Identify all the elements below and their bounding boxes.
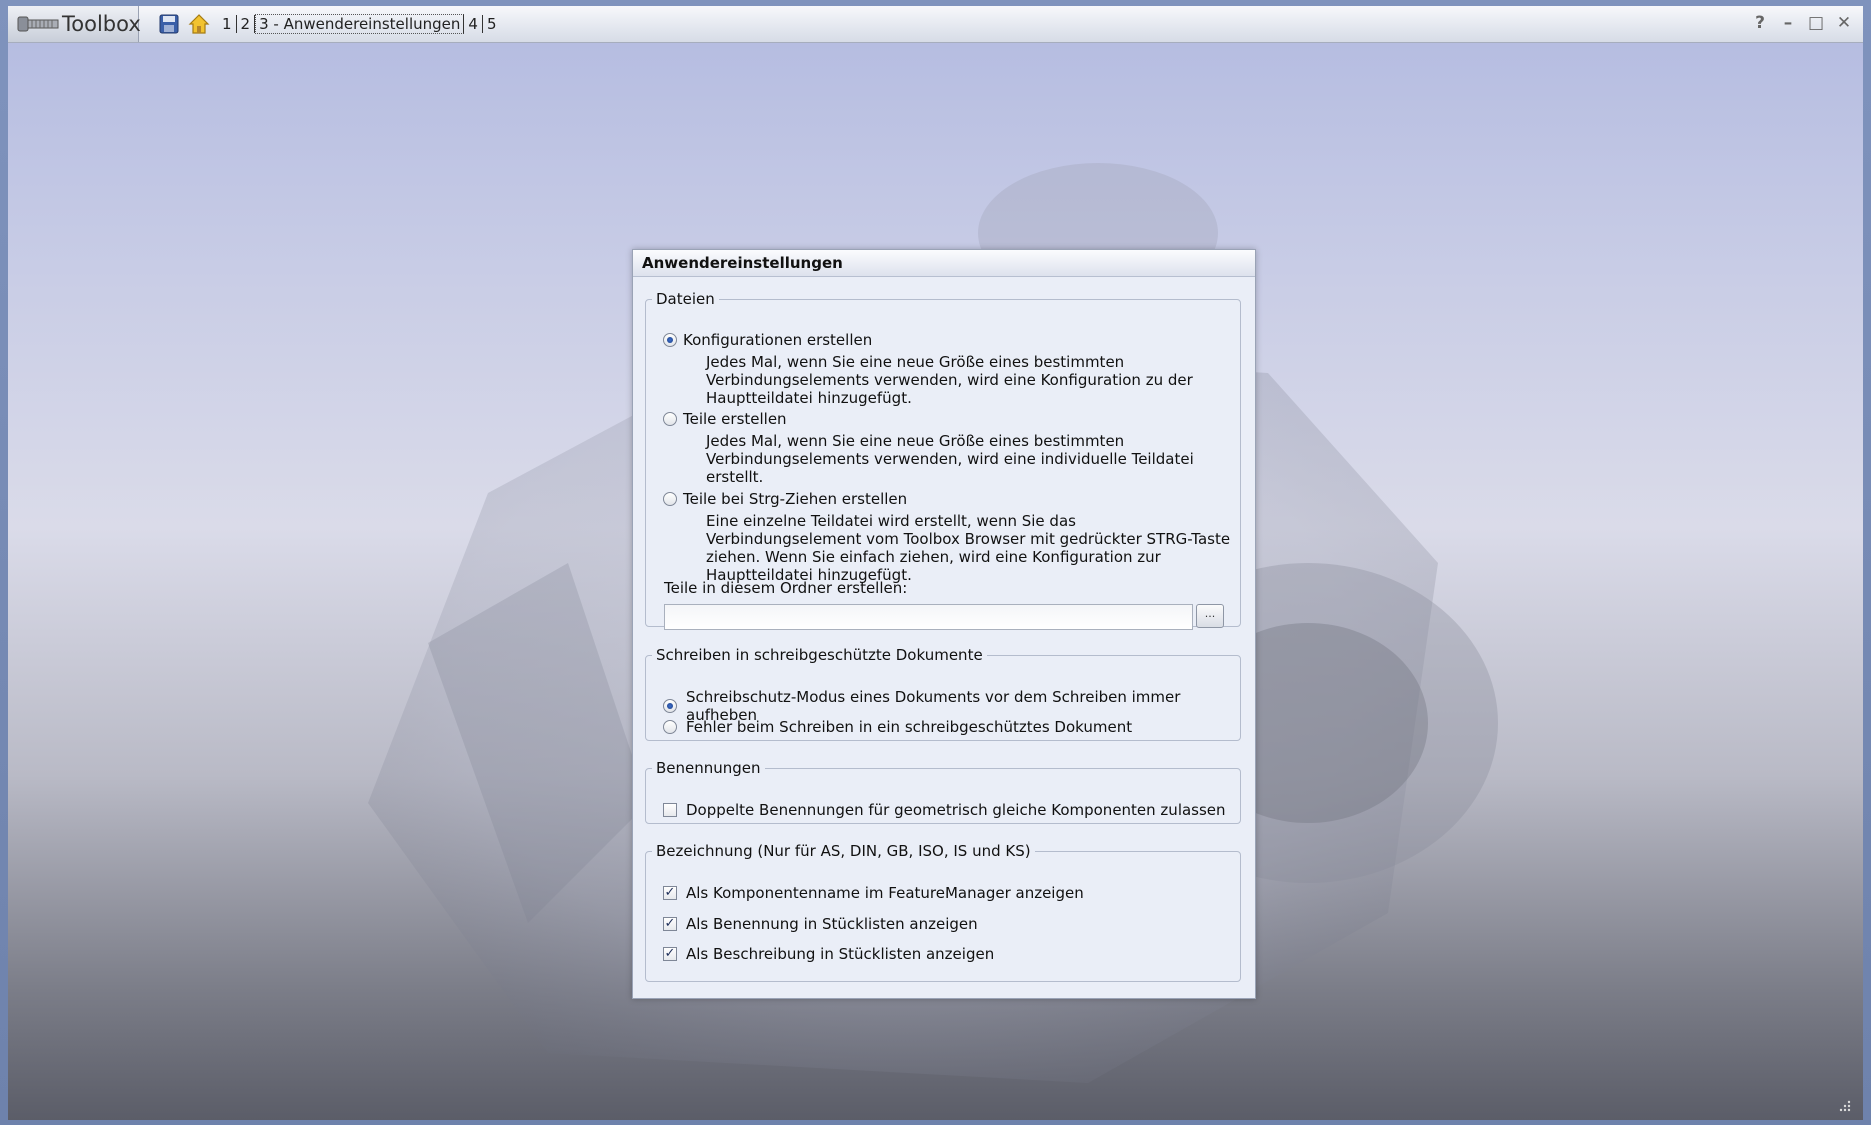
radio-indicator[interactable] xyxy=(663,412,677,426)
radio-create-parts[interactable]: Teile erstellen xyxy=(663,410,787,428)
app-tab[interactable]: Toolbox xyxy=(8,6,141,42)
radio-create-parts-ctrl-drag[interactable]: Teile bei Strg-Ziehen erstellen xyxy=(663,490,907,508)
dialog-title: Anwendereinstellungen xyxy=(633,250,1255,277)
files-group: Dateien Konfigurationen erstellen Jedes … xyxy=(645,290,1241,630)
folder-path-input[interactable] xyxy=(664,604,1193,630)
title-bar: Toolbox 1 2 3 - Anwendereinstellungen 4 … xyxy=(8,6,1863,43)
bolt-icon xyxy=(17,16,59,32)
help-icon[interactable]: ? xyxy=(1751,13,1769,33)
radio-indicator[interactable] xyxy=(663,333,677,347)
home-icon[interactable] xyxy=(188,13,210,35)
breadcrumb-step-3[interactable]: 3 - Anwendereinstellungen xyxy=(255,14,465,34)
radio-label: Konfigurationen erstellen xyxy=(683,331,873,349)
checkbox-bom-description[interactable]: ✓ Als Beschreibung in Stücklisten anzeig… xyxy=(663,945,994,963)
checkbox-label: Als Komponentenname im FeatureManager an… xyxy=(686,884,1084,902)
checkbox-indicator[interactable]: ✓ xyxy=(663,947,677,961)
window-controls: ? – □ ✕ xyxy=(1751,13,1853,33)
folder-label-text: Teile in diesem Ordner erstellen: xyxy=(664,579,908,597)
radio-error-readonly[interactable]: Fehler beim Schreiben in ein schreibgesc… xyxy=(663,718,1132,736)
radio-indicator[interactable] xyxy=(663,492,677,506)
checkbox-indicator[interactable]: ✓ xyxy=(663,886,677,900)
application-window: Toolbox 1 2 3 - Anwendereinstellungen 4 … xyxy=(0,0,1871,1125)
checkbox-label: Als Benennung in Stücklisten anzeigen xyxy=(686,915,978,933)
user-settings-dialog: Anwendereinstellungen Dateien Konfigurat… xyxy=(632,249,1256,999)
breadcrumb-step-4[interactable]: 4 xyxy=(464,15,483,33)
content-area: Anwendereinstellungen Dateien Konfigurat… xyxy=(8,43,1863,1120)
radio-create-configurations[interactable]: Konfigurationen erstellen xyxy=(663,331,872,349)
browse-folder-button[interactable]: ... xyxy=(1196,604,1224,628)
files-legend: Dateien xyxy=(656,290,715,308)
close-icon[interactable]: ✕ xyxy=(1835,13,1853,33)
checkbox-component-name[interactable]: ✓ Als Komponentenname im FeatureManager … xyxy=(663,884,1084,902)
ctrl-drag-description: Eine einzelne Teildatei wird erstellt, w… xyxy=(706,512,1231,584)
radio-label: Teile erstellen xyxy=(683,410,787,428)
folder-label: Teile in diesem Ordner erstellen: xyxy=(664,579,907,597)
app-title: Toolbox xyxy=(62,12,141,36)
checkbox-duplicate-names[interactable]: Doppelte Benennungen für geometrisch gle… xyxy=(663,801,1226,819)
checkbox-label: Als Beschreibung in Stücklisten anzeigen xyxy=(686,945,995,963)
save-icon[interactable] xyxy=(158,13,180,35)
naming-group: Benennungen Doppelte Benennungen für geo… xyxy=(645,759,1241,824)
breadcrumb: 1 2 3 - Anwendereinstellungen 4 5 xyxy=(158,6,500,42)
radio-label: Fehler beim Schreiben in ein schreibgesc… xyxy=(686,718,1133,736)
readonly-legend: Schreiben in schreibgeschützte Dokumente xyxy=(656,646,983,664)
parts-description: Jedes Mal, wenn Sie eine neue Größe eine… xyxy=(706,432,1194,486)
checkbox-indicator[interactable] xyxy=(663,803,677,817)
checkbox-indicator[interactable]: ✓ xyxy=(663,917,677,931)
naming-legend: Benennungen xyxy=(656,759,761,777)
resize-grip-icon[interactable] xyxy=(1837,1098,1851,1112)
radio-indicator[interactable] xyxy=(663,720,677,734)
configurations-description: Jedes Mal, wenn Sie eine neue Größe eine… xyxy=(706,353,1193,407)
breadcrumb-step-5[interactable]: 5 xyxy=(483,15,501,33)
radio-indicator[interactable] xyxy=(663,699,677,713)
breadcrumb-step-1[interactable]: 1 xyxy=(218,15,237,33)
checkbox-bom-name[interactable]: ✓ Als Benennung in Stücklisten anzeigen xyxy=(663,915,978,933)
designation-group: Bezeichnung (Nur für AS, DIN, GB, ISO, I… xyxy=(645,842,1241,982)
checkbox-label: Doppelte Benennungen für geometrisch gle… xyxy=(686,801,1226,819)
maximize-icon[interactable]: □ xyxy=(1807,13,1825,33)
breadcrumb-step-2[interactable]: 2 xyxy=(237,15,256,33)
minimize-icon[interactable]: – xyxy=(1779,13,1797,33)
designation-legend: Bezeichnung (Nur für AS, DIN, GB, ISO, I… xyxy=(656,842,1031,860)
readonly-group: Schreiben in schreibgeschützte Dokumente… xyxy=(645,646,1241,741)
radio-label: Teile bei Strg-Ziehen erstellen xyxy=(683,490,908,508)
